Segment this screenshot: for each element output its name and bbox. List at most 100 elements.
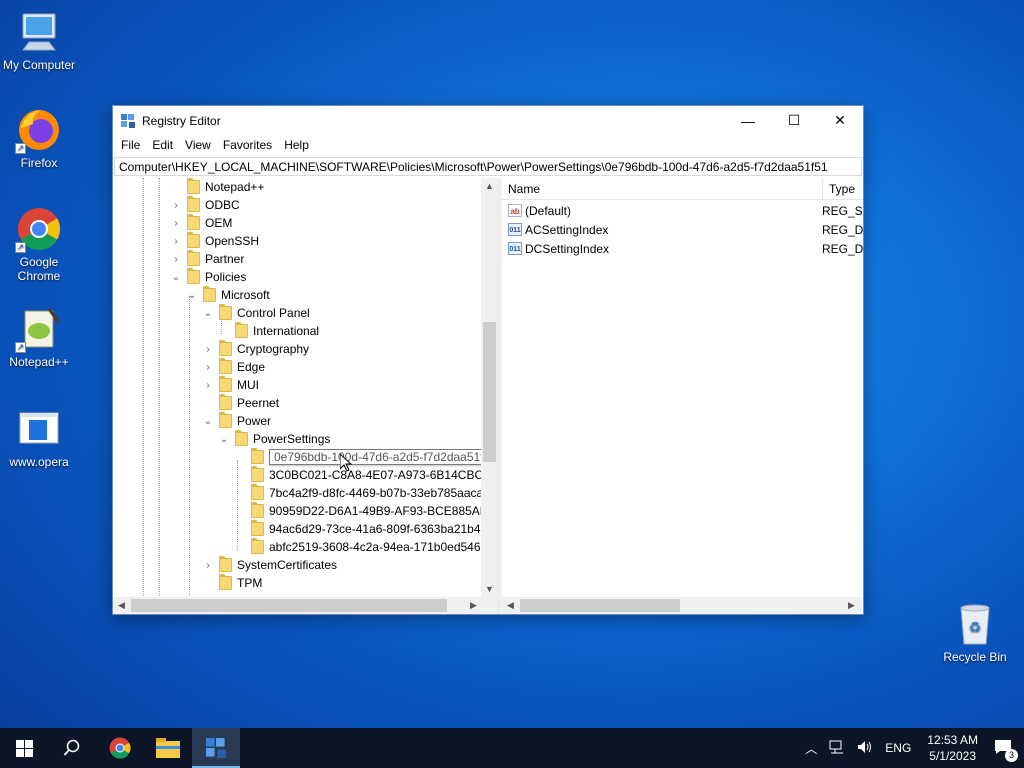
desktop-icon-my-computer[interactable]: My Computer bbox=[1, 8, 77, 72]
menu-help[interactable]: Help bbox=[278, 138, 315, 152]
scroll-up-arrow-icon[interactable]: ▲ bbox=[481, 178, 498, 195]
chrome-icon: ↗ bbox=[15, 205, 63, 253]
address-bar[interactable]: Computer\HKEY_LOCAL_MACHINE\SOFTWARE\Pol… bbox=[114, 157, 862, 176]
scroll-thumb[interactable] bbox=[520, 599, 680, 612]
scroll-thumb[interactable] bbox=[483, 322, 496, 462]
scroll-left-arrow-icon[interactable]: ◀ bbox=[113, 597, 130, 614]
input-language[interactable]: ENG bbox=[885, 741, 911, 755]
tree-vertical-scrollbar[interactable]: ▲ ▼ bbox=[481, 178, 498, 598]
tree-node[interactable]: ⌄ Microsoft bbox=[185, 286, 270, 304]
taskbar-chrome[interactable] bbox=[96, 728, 144, 768]
scroll-right-arrow-icon[interactable]: ▶ bbox=[843, 597, 860, 614]
tree-node[interactable]: ⌄ Control Panel bbox=[201, 304, 310, 322]
desktop-icon-www-opera[interactable]: www.opera bbox=[1, 405, 77, 469]
title-bar[interactable]: Registry Editor — ☐ ✕ bbox=[113, 106, 863, 135]
scroll-left-arrow-icon[interactable]: ◀ bbox=[502, 597, 519, 614]
chevron-right-icon[interactable]: › bbox=[169, 218, 183, 229]
scroll-right-arrow-icon[interactable]: ▶ bbox=[465, 597, 482, 614]
chevron-right-icon[interactable]: › bbox=[201, 344, 215, 355]
tree-node[interactable]: Peernet bbox=[201, 394, 279, 412]
search-button[interactable] bbox=[48, 728, 96, 768]
menu-view[interactable]: View bbox=[179, 138, 217, 152]
value-name: (Default) bbox=[525, 203, 572, 218]
action-center-button[interactable]: 3 bbox=[994, 739, 1018, 762]
tree-horizontal-scrollbar[interactable]: ◀ ▶ bbox=[113, 597, 498, 614]
chevron-down-icon[interactable]: ⌄ bbox=[217, 434, 231, 445]
scroll-down-arrow-icon[interactable]: ▼ bbox=[481, 581, 498, 598]
tree-node[interactable]: › Cryptography bbox=[201, 340, 309, 358]
value-name: ACSettingIndex bbox=[525, 222, 609, 237]
tree-node[interactable]: 7bc4a2f9-d8fc-4469-b07b-33eb785aaca0 bbox=[233, 484, 483, 502]
folder-icon bbox=[219, 394, 232, 410]
tree-node[interactable]: 0e796bdb-100d-47d6-a2d5-f7d2daa51f51 bbox=[233, 448, 483, 466]
tree-node[interactable]: › OEM bbox=[169, 214, 232, 232]
folder-icon bbox=[187, 232, 200, 248]
chevron-down-icon[interactable]: ⌄ bbox=[201, 308, 215, 319]
tree-node-label: Notepad++ bbox=[205, 180, 265, 194]
shortcut-arrow-icon: ↗ bbox=[15, 143, 26, 154]
scroll-thumb[interactable] bbox=[131, 599, 447, 612]
taskbar-file-explorer[interactable] bbox=[144, 728, 192, 768]
folder-icon bbox=[251, 502, 264, 518]
tree-node[interactable]: › ODBC bbox=[169, 196, 240, 214]
chevron-down-icon[interactable]: ⌄ bbox=[201, 416, 215, 427]
clock-date: 5/1/2023 bbox=[929, 749, 976, 763]
volume-icon[interactable] bbox=[857, 740, 873, 757]
chevron-right-icon[interactable]: › bbox=[169, 254, 183, 265]
tree-node[interactable]: ⌄ PowerSettings bbox=[217, 430, 330, 448]
network-icon[interactable] bbox=[829, 740, 845, 757]
tree-node[interactable]: 3C0BC021-C8A8-4E07-A973-6B14CBCB2B bbox=[233, 466, 483, 484]
taskbar-registry-editor[interactable] bbox=[192, 728, 240, 768]
clock[interactable]: 12:53 AM 5/1/2023 bbox=[927, 732, 978, 764]
tree-node[interactable]: ⌄ Power bbox=[201, 412, 271, 430]
binary-value-icon: 011 bbox=[508, 242, 522, 255]
tree-node[interactable]: › OpenSSH bbox=[169, 232, 259, 250]
values-horizontal-scrollbar[interactable]: ◀ ▶ bbox=[502, 597, 862, 614]
column-header-name[interactable]: Name bbox=[508, 182, 540, 196]
tree-node[interactable]: Notepad++ bbox=[169, 178, 264, 196]
tree-node[interactable]: 94ac6d29-73ce-41a6-809f-6363ba21b47e bbox=[233, 520, 483, 538]
chevron-down-icon[interactable]: ⌄ bbox=[169, 272, 183, 283]
folder-icon bbox=[251, 484, 264, 500]
folder-icon bbox=[187, 178, 200, 194]
value-row[interactable]: ab(Default) REG_SZ bbox=[502, 201, 863, 220]
mouse-pointer-icon bbox=[339, 452, 353, 475]
search-icon bbox=[63, 739, 80, 756]
desktop-icon-firefox[interactable]: ↗ Firefox bbox=[1, 106, 77, 170]
tree-node[interactable]: ⌄ Policies bbox=[169, 268, 246, 286]
tree-node[interactable]: abfc2519-3608-4c2a-94ea-171b0ed546ab bbox=[233, 538, 483, 556]
tree-node[interactable]: › SystemCertificates bbox=[201, 556, 337, 574]
minimize-button[interactable]: — bbox=[725, 106, 771, 135]
desktop-icon-notepadpp[interactable]: ↗ Notepad++ bbox=[1, 305, 77, 369]
menu-edit[interactable]: Edit bbox=[146, 138, 179, 152]
desktop-icon-label: Notepad++ bbox=[9, 355, 69, 369]
show-hidden-icons-chevron-icon[interactable]: ︿ bbox=[805, 740, 817, 757]
chevron-right-icon[interactable]: › bbox=[201, 362, 215, 373]
tree-node[interactable]: › Edge bbox=[201, 358, 265, 376]
desktop-icon-recycle-bin[interactable]: ♻ Recycle Bin bbox=[937, 600, 1013, 664]
maximize-button[interactable]: ☐ bbox=[771, 106, 817, 135]
chevron-right-icon[interactable]: › bbox=[201, 380, 215, 391]
folder-icon bbox=[187, 214, 200, 230]
tree-node[interactable]: TPM bbox=[201, 574, 262, 592]
column-header-type[interactable]: Type bbox=[822, 177, 855, 200]
close-button[interactable]: ✕ bbox=[817, 106, 863, 135]
tree-node-label: Edge bbox=[237, 360, 266, 374]
value-row[interactable]: 011DCSettingIndex REG_DWORD bbox=[502, 239, 863, 258]
desktop-icon-google-chrome[interactable]: ↗ Google Chrome bbox=[1, 205, 77, 283]
chevron-right-icon[interactable]: › bbox=[169, 236, 183, 247]
tree-node[interactable]: › Partner bbox=[169, 250, 244, 268]
start-button[interactable] bbox=[0, 728, 48, 768]
chevron-right-icon[interactable]: › bbox=[169, 200, 183, 211]
menu-favorites[interactable]: Favorites bbox=[217, 138, 278, 152]
value-row[interactable]: 011ACSettingIndex REG_DWORD bbox=[502, 220, 863, 239]
chevron-right-icon[interactable]: › bbox=[201, 560, 215, 571]
binary-value-icon: 011 bbox=[508, 223, 522, 236]
web-document-icon bbox=[15, 405, 63, 453]
tree-node[interactable]: 90959D22-D6A1-49B9-AF93-BCE885AD33 bbox=[233, 502, 483, 520]
tree-node[interactable]: International bbox=[217, 322, 319, 340]
menu-file[interactable]: File bbox=[115, 138, 146, 152]
chevron-down-icon[interactable]: ⌄ bbox=[185, 290, 199, 301]
tree-node[interactable]: › MUI bbox=[201, 376, 259, 394]
tree-node-label: TPM bbox=[237, 576, 263, 590]
